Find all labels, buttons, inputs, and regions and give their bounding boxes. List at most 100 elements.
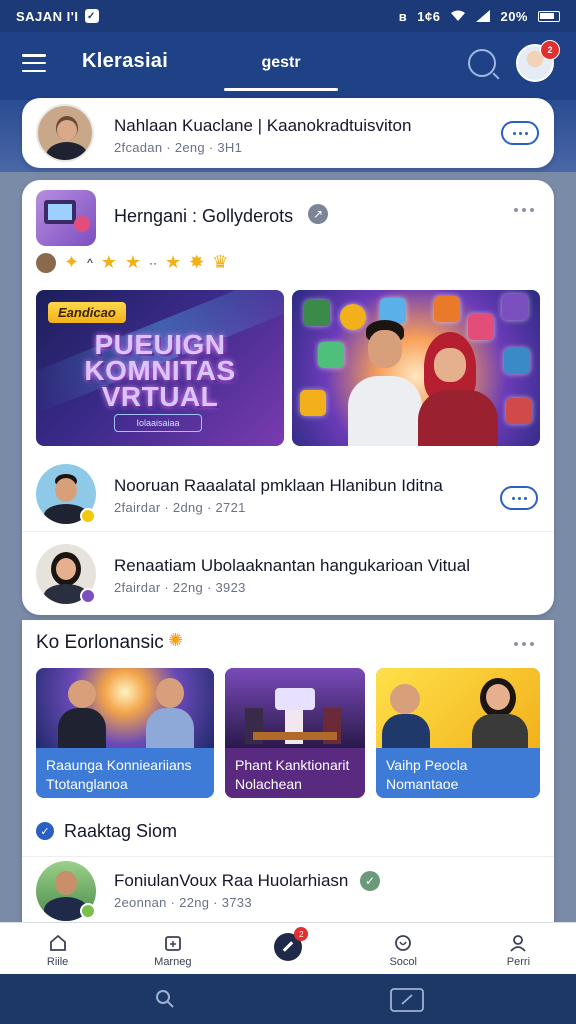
app-title: Klerasiai: [82, 50, 169, 72]
tile-caption-line: Phant Kanktionarit: [235, 757, 350, 773]
network-speed: 1¢6: [417, 8, 441, 24]
check-circle-icon: ✓: [36, 822, 54, 840]
message-button[interactable]: [500, 486, 538, 510]
nav-item-create[interactable]: 2: [230, 923, 345, 974]
star-icon: ★: [100, 252, 117, 272]
nav-item-social[interactable]: Socol: [346, 923, 461, 974]
wifi-icon: [451, 10, 466, 21]
battery-percent: 20%: [500, 8, 528, 24]
edit-icon[interactable]: [390, 988, 424, 1012]
tab-active[interactable]: gestr: [224, 54, 338, 72]
profile-icon: [510, 935, 527, 952]
content-tile[interactable]: Phant Kanktionarit Nolachean: [225, 668, 365, 798]
tile-icon: [506, 398, 532, 424]
star-icon: ★: [124, 252, 142, 272]
calendar-icon: [164, 936, 181, 951]
pinned-contact-card[interactable]: Nahlaan Kuaclane | Kaanokradtuisviton 2f…: [22, 98, 554, 168]
search-icon[interactable]: [468, 49, 496, 77]
tile-caption: Vaihp Peocla Nomantaoe: [376, 748, 540, 798]
tile-caption-line: Vaihp Peocla: [386, 757, 468, 773]
nav-label: Perri: [506, 956, 531, 968]
nav-item-home[interactable]: Riile: [0, 923, 115, 974]
crown-icon: ♛: [212, 252, 229, 272]
small-avatar: [36, 252, 56, 273]
star-icon: ★: [165, 252, 182, 272]
status-dot: [80, 508, 96, 524]
promo-title-line-3: VRTUAL: [101, 381, 219, 412]
status-bar: SAJAN I'I ✓ ʙ 1¢6 20%: [0, 0, 576, 32]
notification-badge: 2: [540, 40, 560, 60]
message-button[interactable]: [501, 121, 539, 145]
tile-caption: Phant Kanktionarit Nolachean: [225, 748, 365, 798]
content-tile[interactable]: Vaihp Peocla Nomantaoe: [376, 668, 540, 798]
person-man: [348, 320, 422, 446]
post-title: FoniulanVoux Raa Huolarhiasn: [114, 871, 349, 890]
tile-caption: Raaunga Konnieariians Ttotanglanoa: [36, 748, 214, 798]
promo-tag: Eandicao: [48, 302, 126, 323]
content-tile[interactable]: Raaunga Konnieariians Ttotanglanoa: [36, 668, 214, 798]
heart-icon: [395, 935, 412, 951]
section-title: Raaktag Siom: [64, 821, 178, 841]
verified-icon: ↗: [308, 204, 328, 224]
tile-caption-line: Ttotanglanoa: [46, 776, 128, 792]
signal-icon: [476, 10, 491, 22]
menu-icon[interactable]: [22, 54, 46, 72]
verified-icon: ✓: [360, 871, 380, 891]
dots-icon: ··: [149, 255, 158, 270]
battery-icon: [538, 10, 560, 22]
post-meta: 2eonnan · 22ng · 3733: [114, 895, 252, 910]
gem-icon: ✸: [189, 252, 205, 272]
nav-item-calendar[interactable]: Marneg: [115, 923, 230, 974]
status-dot: [80, 588, 96, 604]
group-icon: [36, 190, 96, 246]
tab-indicator: [224, 88, 338, 91]
tile-icon: [318, 342, 344, 368]
post-title: Nooruan Raaalatal pmklaan Hlanibun Iditn…: [114, 476, 443, 495]
more-options-icon[interactable]: [514, 208, 534, 212]
nav-label: Socol: [389, 956, 417, 968]
section-title: Ko Eorlonansic: [36, 632, 164, 653]
tile-icon: [434, 296, 460, 322]
tile-icon: [304, 300, 330, 326]
status-dot: [80, 903, 96, 919]
post-meta: 2fairdar · 22ng · 3923: [114, 580, 246, 595]
status-time: SAJAN I'I: [16, 8, 79, 24]
avatar: [36, 104, 94, 162]
feed-card: Herngani : Gollyderots ↗ ✦ ^ ★ ★ ·· ★ ✸ …: [22, 180, 554, 615]
caret-icon: ^: [87, 255, 93, 270]
bottom-nav: Riile Marneg 2 Socol Perri: [0, 922, 576, 974]
trophy-icon: ✦: [64, 252, 80, 272]
tile-caption-line: Nomantaoe: [386, 776, 459, 792]
tile-icon: [502, 294, 528, 320]
tile-icon: [504, 348, 530, 374]
bluetooth-icon: ʙ: [398, 8, 408, 24]
list-item[interactable]: Nooruan Raaalatal pmklaan Hlanibun Iditn…: [22, 460, 554, 532]
post-meta: 2fairdar · 2dng · 2721: [114, 500, 246, 515]
system-bar: [0, 974, 576, 1024]
more-options-icon[interactable]: [514, 642, 534, 646]
list-item[interactable]: Renaatiam Ubolaaknantan hangukarioan Vit…: [22, 540, 554, 612]
shield-icon: ✓: [84, 9, 99, 23]
feed-title: Herngani : Gollyderots: [114, 206, 294, 226]
nav-label: Marneg: [154, 956, 192, 968]
tile-caption-line: Raaunga Konnieariians: [46, 757, 192, 773]
reaction-row: ✦ ^ ★ ★ ·· ★ ✸ ♛: [36, 252, 228, 273]
contact-name: Nahlaan Kuaclane | Kaanokradtuisviton: [114, 116, 412, 135]
nav-item-profile[interactable]: Perri: [461, 923, 576, 974]
nav-label: Riile: [46, 956, 69, 968]
tile-icon: [300, 390, 326, 416]
emoji-icon: ✺: [168, 630, 184, 650]
app-bar: Klerasiai gestr 2: [0, 32, 576, 100]
home-icon: [49, 934, 66, 951]
contact-meta: 2fcadan · 2eng · 3H1: [114, 140, 243, 155]
promo-banner[interactable]: Eandicao PUEUIGN KOMNITAS VRTUAL Iolaais…: [36, 290, 284, 446]
community-photo[interactable]: [292, 290, 540, 446]
promo-subtitle: Iolaaisaiaa: [114, 414, 202, 432]
tile-caption-line: Nolachean: [235, 776, 302, 792]
list-item[interactable]: FoniulanVoux Raa Huolarhiasn ✓ 2eonnan ·…: [22, 856, 554, 922]
nav-badge: 2: [294, 927, 309, 941]
person-woman: [418, 332, 498, 446]
post-title: Renaatiam Ubolaaknantan hangukarioan Vit…: [114, 556, 470, 575]
section-card: Ko Eorlonansic ✺ Raaunga Konnieariians T…: [22, 620, 554, 922]
search-icon[interactable]: [154, 988, 176, 1010]
